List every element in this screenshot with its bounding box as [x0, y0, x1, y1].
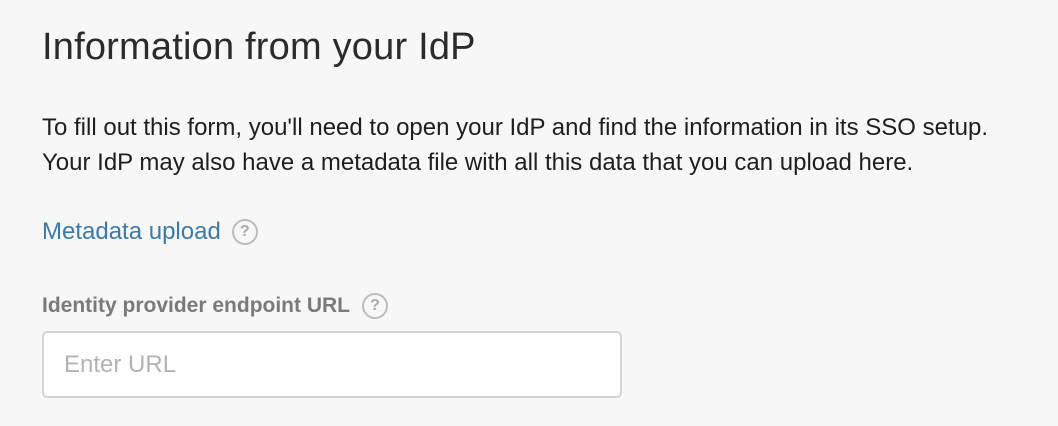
metadata-upload-link[interactable]: Metadata upload	[42, 218, 221, 246]
endpoint-url-help-icon[interactable]: ?	[362, 293, 388, 319]
endpoint-url-label: Identity provider endpoint URL	[42, 294, 350, 317]
metadata-help-icon[interactable]: ?	[231, 219, 258, 245]
endpoint-url-input[interactable]	[42, 331, 622, 398]
endpoint-url-label-row: Identity provider endpoint URL ?	[42, 289, 388, 323]
section-title: Information from your IdP	[42, 26, 476, 68]
section-description: To fill out this form, you'll need to op…	[42, 114, 988, 176]
metadata-upload-row: Metadata upload ?	[42, 214, 258, 250]
